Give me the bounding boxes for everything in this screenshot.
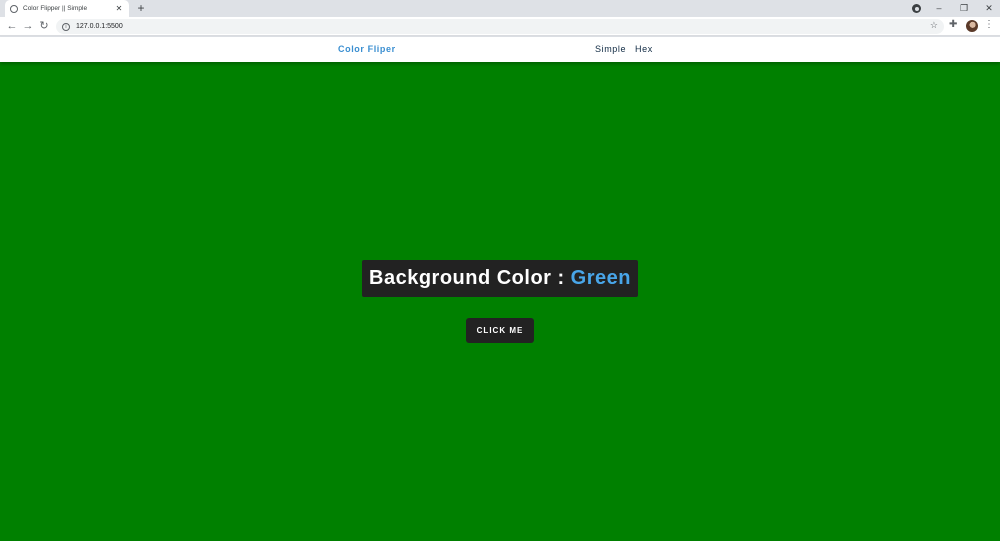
avatar[interactable] xyxy=(966,20,978,32)
extensions-puzzle-icon[interactable]: ✚ xyxy=(949,19,957,30)
restore-button[interactable]: ❐ xyxy=(953,0,975,17)
brand-title: Color Fliper xyxy=(338,44,396,54)
new-tab-button[interactable]: + xyxy=(135,1,147,15)
back-arrow-icon[interactable]: ← xyxy=(5,19,19,33)
url-text[interactable]: 127.0.0.1:5500 xyxy=(76,23,123,30)
browser-toolbar: ← → ↻ i 127.0.0.1:5500 ☆ ✚ ⋮ xyxy=(0,17,1000,36)
forward-arrow-icon[interactable]: → xyxy=(21,19,35,33)
page-body: Color Fliper Simple Hex Background Color… xyxy=(0,37,1000,541)
reload-icon[interactable]: ↻ xyxy=(37,19,51,33)
browser-tab[interactable]: Color Flipper || Simple ✕ xyxy=(5,0,129,17)
color-display: Background Color : Green xyxy=(362,260,638,297)
window-close-button[interactable]: ✕ xyxy=(978,0,1000,17)
tab-title: Color Flipper || Simple xyxy=(23,5,88,12)
nav-link-simple[interactable]: Simple xyxy=(595,44,626,54)
click-me-button[interactable]: CLICK ME xyxy=(466,318,534,343)
address-bar[interactable]: i 127.0.0.1:5500 ☆ xyxy=(56,19,944,34)
color-label: Background Color : xyxy=(369,267,565,289)
minimize-button[interactable]: – xyxy=(928,0,950,17)
profile-indicator-icon[interactable] xyxy=(912,4,921,13)
nav-link-hex[interactable]: Hex xyxy=(635,44,653,54)
browser-tab-strip: Color Flipper || Simple ✕ + – ❐ ✕ xyxy=(0,0,1000,17)
tab-close-icon[interactable]: ✕ xyxy=(114,4,124,13)
bookmark-star-icon[interactable]: ☆ xyxy=(930,20,938,31)
kebab-menu-icon[interactable]: ⋮ xyxy=(984,19,994,30)
site-navbar: Color Fliper Simple Hex xyxy=(0,37,1000,62)
info-icon[interactable]: i xyxy=(62,22,70,31)
color-name: Green xyxy=(570,267,631,289)
globe-icon xyxy=(10,4,18,13)
